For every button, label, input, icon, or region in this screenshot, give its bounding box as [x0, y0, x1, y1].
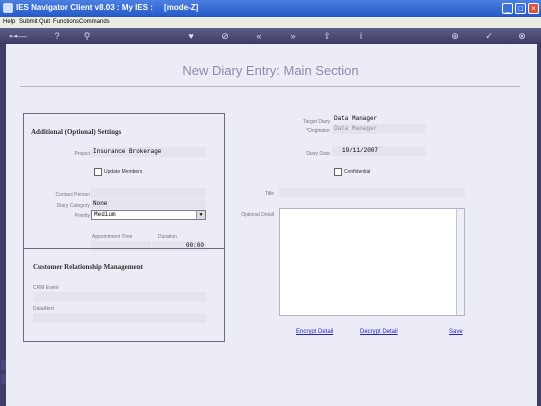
textarea-scrollbar[interactable]: [456, 209, 464, 315]
confidential-label: Confidential: [344, 169, 371, 175]
crm-event-field[interactable]: [33, 292, 206, 302]
cancel-icon[interactable]: ⊗: [515, 30, 529, 42]
up-icon[interactable]: ⇧: [320, 30, 334, 42]
menu-functions[interactable]: Functions: [53, 19, 79, 25]
menu-commands[interactable]: Commands: [79, 19, 110, 25]
encrypt-detail-link[interactable]: Encrypt Detail: [296, 329, 333, 335]
page-title: New Diary Entry: Main Section: [182, 63, 359, 78]
crm-heading: Customer Relationship Management: [33, 263, 143, 271]
diary-category-label: Diary Category: [56, 203, 90, 209]
priority-label: Priority: [74, 213, 90, 219]
duration-label: Duration: [158, 234, 177, 240]
chevron-down-icon[interactable]: ▼: [196, 211, 205, 219]
window-title: IES Navigator Client v8.03 : My IES : [m…: [16, 3, 199, 12]
maximize-button[interactable]: □: [515, 3, 526, 14]
appointment-time-field[interactable]: [91, 241, 151, 251]
right-side-bar: [537, 44, 541, 406]
crm-event-label: CRM Event: [33, 285, 59, 291]
settings-icon[interactable]: ⊘: [218, 30, 232, 42]
target-diary-label: Target Diary: [303, 119, 330, 125]
side-info-icon[interactable]: [1, 374, 6, 384]
panel-divider: [24, 248, 224, 249]
priority-value: Medium: [94, 211, 116, 218]
close-button[interactable]: ×: [528, 3, 539, 14]
additional-settings-heading: Additional (Optional) Settings: [31, 128, 122, 136]
search-icon[interactable]: ⚲: [80, 30, 94, 42]
diary-date-field[interactable]: 19/11/2007: [332, 146, 426, 156]
optional-detail-textarea[interactable]: [279, 208, 465, 316]
originator-label: *Originator: [306, 128, 330, 134]
toolbar: ⊶— ? ⚲ ♥ ⊘ « » ⇧ i ⊕ ✓ ⊗: [0, 28, 541, 44]
menu-bar: Help Submit Quit Functions Commands: [0, 17, 541, 28]
key-icon[interactable]: ⊶—: [6, 30, 30, 42]
diary-category-field[interactable]: None: [91, 199, 206, 209]
target-diary-value: Data Manager: [334, 115, 378, 122]
project-label: Project: [74, 151, 90, 157]
title-divider: [20, 86, 520, 87]
back-icon[interactable]: «: [252, 30, 266, 42]
menu-submit[interactable]: Submit: [19, 19, 38, 25]
dataalert-field[interactable]: [33, 313, 206, 323]
update-members-label: Update Members: [104, 169, 143, 175]
forward-icon[interactable]: »: [286, 30, 300, 42]
decrypt-detail-link[interactable]: Decrypt Detail: [360, 329, 398, 335]
menu-quit[interactable]: Quit: [39, 19, 50, 25]
menu-help[interactable]: Help: [3, 19, 15, 25]
app-icon: [3, 3, 13, 13]
duration-field[interactable]: 00:00: [152, 241, 206, 251]
appointment-time-label: Appointment Time: [92, 234, 133, 240]
dataalert-label: DataAlert: [33, 306, 54, 312]
confirm-icon[interactable]: ✓: [482, 30, 496, 42]
diary-date-label: Diary Date: [306, 151, 330, 157]
add-icon[interactable]: ⊕: [448, 30, 462, 42]
minimize-button[interactable]: _: [502, 3, 513, 14]
info-icon[interactable]: i: [354, 30, 368, 42]
application-window: IES Navigator Client v8.03 : My IES : [m…: [0, 0, 541, 406]
title-label: Title: [264, 191, 274, 197]
contact-person-field[interactable]: [91, 188, 206, 198]
contact-person-label: Contact Person: [55, 192, 90, 198]
save-link[interactable]: Save: [449, 329, 463, 335]
project-field[interactable]: Insurance Brokerage: [91, 147, 206, 157]
additional-settings-panel: Additional (Optional) Settings Project I…: [23, 113, 225, 342]
optional-detail-label: Optional Detail: [241, 212, 274, 218]
originator-field: Data Manager: [332, 124, 426, 134]
side-tool-icon[interactable]: [1, 360, 6, 370]
title-bar: IES Navigator Client v8.03 : My IES : [m…: [0, 0, 541, 17]
priority-dropdown[interactable]: Medium ▼: [91, 210, 206, 220]
favorite-heart-icon[interactable]: ♥: [184, 30, 198, 42]
update-members-checkbox[interactable]: [94, 168, 102, 176]
title-field[interactable]: [279, 188, 465, 198]
left-side-bar: [0, 44, 6, 406]
help-icon[interactable]: ?: [50, 30, 64, 42]
confidential-checkbox[interactable]: [334, 168, 342, 176]
